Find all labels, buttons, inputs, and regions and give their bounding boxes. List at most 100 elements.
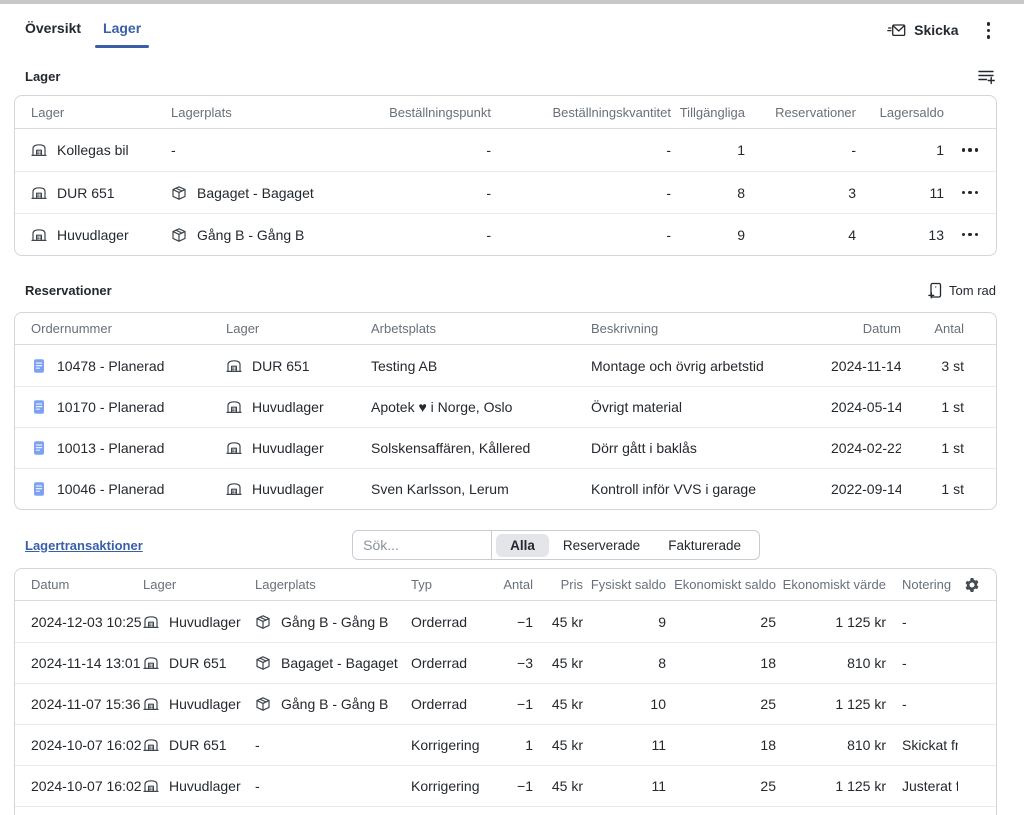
col-lager: Lager — [226, 321, 371, 336]
table-row[interactable]: 10013 - Planerad Huvudlager Solskensaffä… — [15, 427, 996, 468]
table-row[interactable]: 10170 - Planerad Huvudlager Apotek ♥ i N… — [15, 386, 996, 427]
datum-value: 2024-02-22 — [831, 440, 901, 456]
lager-value: Huvudlager — [252, 481, 324, 497]
package-icon — [255, 614, 271, 630]
typ-value: Orderrad — [411, 614, 489, 630]
table-row[interactable]: 2024-12-03 10:25 Huvudlager Gång B - Gån… — [15, 601, 996, 642]
datum-value: 2022-09-14 — [831, 481, 901, 497]
saldo-value: 1 — [856, 142, 944, 158]
order-number: 10170 - Planerad — [57, 399, 164, 415]
notering-value: - — [886, 655, 958, 671]
col-lagersaldo: Lagersaldo — [856, 105, 944, 120]
antal-value: 1 — [489, 737, 533, 753]
lager-value: Huvudlager — [169, 696, 241, 712]
send-mail-icon — [887, 23, 906, 38]
table-row[interactable]: 2024-10-07 16:02 Huvudlager - Korrigerin… — [15, 765, 996, 806]
datum-value: 2024-12-03 10:25 — [31, 614, 143, 630]
add-row-button[interactable] — [978, 68, 996, 85]
arbetsplats-value: Sven Karlsson, Lerum — [371, 481, 591, 497]
notering-value: Skickat frå — [886, 737, 958, 753]
datum-value: 2024-11-14 13:01 — [31, 655, 143, 671]
table-row[interactable] — [15, 806, 996, 815]
ekonomiskt-varde-value: 1 125 kr — [776, 778, 886, 794]
col-arbetsplats: Arbetsplats — [371, 321, 591, 336]
topbar: Översikt Lager Skicka — [0, 4, 1024, 46]
table-row[interactable]: DUR 651 Bagaget - Bagaget - - 8 3 11 — [15, 171, 996, 213]
more-menu-button[interactable] — [981, 19, 997, 42]
transactions-filter-group: Alla Reserverade Fakturerade — [352, 530, 760, 560]
reservations-table: Ordernummer Lager Arbetsplats Beskrivnin… — [14, 312, 997, 510]
kvantitet-value: - — [491, 185, 671, 201]
punkt-value: - — [361, 142, 491, 158]
fysiskt-saldo-value: 8 — [583, 655, 666, 671]
fysiskt-saldo-value: 10 — [583, 696, 666, 712]
lager-value: Huvudlager — [252, 399, 324, 415]
notering-value: - — [886, 614, 958, 630]
table-row[interactable]: Kollegas bil - - - 1 - 1 — [15, 129, 996, 171]
table-row[interactable]: 2024-10-07 16:02 DUR 651 - Korrigering 1… — [15, 724, 996, 765]
column-settings-button[interactable] — [964, 577, 980, 593]
package-icon — [171, 185, 187, 201]
warehouse-icon — [143, 696, 159, 712]
ekonomiskt-saldo-value: 18 — [666, 655, 776, 671]
arbetsplats-value: Solskensaffären, Kållered — [371, 440, 591, 456]
col-lager: Lager — [31, 105, 171, 120]
reservationer-value: 4 — [745, 227, 856, 243]
warehouse-name: DUR 651 — [57, 185, 115, 201]
filter-reserverade[interactable]: Reserverade — [549, 534, 654, 557]
reservations-table-header: Ordernummer Lager Arbetsplats Beskrivnin… — [15, 313, 996, 345]
warehouse-icon — [226, 440, 242, 456]
table-row[interactable]: 2024-11-07 15:36 Huvudlager Gång B - Gån… — [15, 683, 996, 724]
filter-fakturerade[interactable]: Fakturerade — [654, 534, 755, 557]
ekonomiskt-saldo-value: 25 — [666, 696, 776, 712]
lagerplats-value: Bagaget - Bagaget — [197, 185, 314, 201]
table-row[interactable]: 2024-11-14 13:01 DUR 651 Bagaget - Bagag… — [15, 642, 996, 683]
table-row[interactable]: Huvudlager Gång B - Gång B - - 9 4 13 — [15, 213, 996, 255]
warehouse-icon — [31, 142, 47, 158]
inventory-section-head: Lager — [25, 68, 996, 85]
tillgangliga-value: 8 — [671, 185, 745, 201]
empty-row-button[interactable]: Tom rad — [927, 282, 996, 299]
lager-value: DUR 651 — [169, 655, 227, 671]
row-actions-button[interactable] — [960, 144, 981, 156]
lager-value: DUR 651 — [252, 358, 310, 374]
beskrivning-value: Montage och övrig arbetstid — [591, 358, 831, 374]
send-button[interactable]: Skicka — [887, 22, 958, 38]
antal-value: −1 — [489, 614, 533, 630]
antal-value: −3 — [489, 655, 533, 671]
filter-alla[interactable]: Alla — [496, 534, 549, 557]
tab-bar: Översikt Lager — [15, 16, 151, 48]
datum-value: 2024-05-14 — [831, 399, 901, 415]
arbetsplats-value: Apotek ♥ i Norge, Oslo — [371, 399, 591, 415]
lagerplats-value: Gång B - Gång B — [197, 227, 304, 243]
transactions-controls: Lagertransaktioner Alla Reserverade Fakt… — [25, 530, 997, 560]
warehouse-icon — [226, 358, 242, 374]
tab-oversikt[interactable]: Översikt — [15, 16, 91, 48]
table-row[interactable]: 10046 - Planerad Huvudlager Sven Karlsso… — [15, 468, 996, 509]
antal-value: 1 st — [901, 399, 980, 415]
warehouse-icon — [143, 614, 159, 630]
row-actions-button[interactable] — [960, 229, 981, 241]
transactions-link[interactable]: Lagertransaktioner — [25, 538, 143, 553]
pris-value: 45 kr — [533, 655, 583, 671]
reservationer-value: 3 — [745, 185, 856, 201]
antal-value: 1 st — [901, 440, 980, 456]
filter-segmented-control: Alla Reserverade Fakturerade — [492, 531, 759, 559]
typ-value: Orderrad — [411, 696, 489, 712]
row-actions-button[interactable] — [960, 187, 981, 199]
pris-value: 45 kr — [533, 614, 583, 630]
datum-value: 2024-11-14 — [831, 358, 901, 374]
order-number: 10013 - Planerad — [57, 440, 164, 456]
empty-row-button-label: Tom rad — [949, 283, 996, 298]
add-row-icon — [978, 68, 996, 85]
ekonomiskt-varde-value: 1 125 kr — [776, 696, 886, 712]
lagerplats-value: Bagaget - Bagaget — [281, 655, 398, 671]
package-icon — [255, 655, 271, 671]
ekonomiskt-varde-value: 810 kr — [776, 655, 886, 671]
inventory-table-header: Lager Lagerplats Beställningspunkt Bestä… — [15, 96, 996, 129]
punkt-value: - — [361, 227, 491, 243]
table-row[interactable]: 10478 - Planerad DUR 651 Testing AB Mont… — [15, 345, 996, 386]
tab-lager[interactable]: Lager — [93, 16, 151, 48]
search-input[interactable] — [353, 531, 492, 559]
warehouse-name: Kollegas bil — [57, 142, 129, 158]
